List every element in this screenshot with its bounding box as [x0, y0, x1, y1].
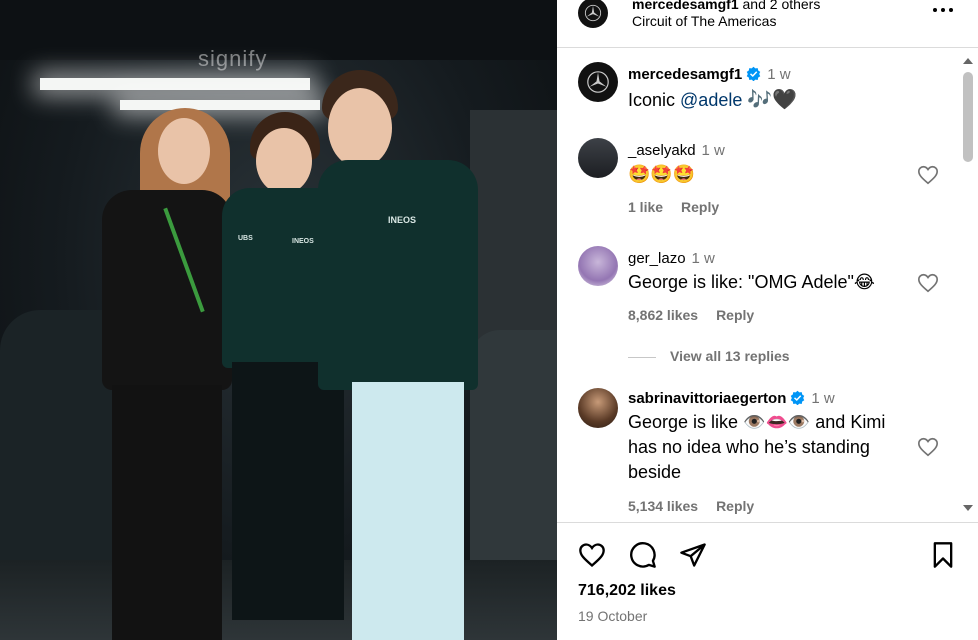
caption-avatar[interactable] [578, 62, 618, 102]
post-actions: 716,202 likes 19 October [557, 522, 978, 640]
race-car-right [470, 330, 557, 590]
heart-icon[interactable] [917, 436, 939, 458]
post-likes-count[interactable]: 716,202 likes [578, 582, 676, 600]
mercedes-star-icon [584, 4, 602, 22]
caption-author: mercedesamgf1 1 w [628, 66, 791, 83]
post-photo[interactable]: signify UBS INEOS INEOS [0, 0, 557, 640]
caption-username[interactable]: mercedesamgf1 [628, 66, 742, 83]
scroll-up-arrow-icon[interactable] [963, 58, 973, 64]
signify-watermark: signify [198, 46, 268, 71]
heart-icon[interactable] [917, 272, 939, 294]
comment-author: _aselyakd 1 w [628, 142, 725, 159]
header-location[interactable]: Circuit of The Americas [632, 13, 776, 29]
header-author[interactable]: mercedesamgf1 and 2 others [632, 0, 820, 12]
mercedes-star-icon [587, 71, 609, 93]
comments-scroll-area[interactable]: mercedesamgf1 1 w Iconic @adele 🎶🖤 _asely… [557, 48, 978, 523]
verified-badge-icon [746, 66, 761, 81]
caption-prefix: Iconic [628, 90, 681, 110]
caption-emojis: 🎶🖤 [747, 89, 798, 111]
comment-likes[interactable]: 8,862 likes [628, 307, 698, 323]
reply-button[interactable]: Reply [716, 307, 754, 323]
comment-username[interactable]: ger_lazo [628, 250, 686, 267]
more-horizontal-icon[interactable] [931, 2, 955, 18]
comment-author: sabrinavittoriaegerton 1 w [628, 390, 835, 407]
comment-bubble-icon[interactable] [629, 541, 657, 569]
post-header: mercedesamgf1 and 2 others Circuit of Th… [557, 0, 978, 48]
comment-time: 1 w [691, 250, 715, 267]
comment-text: 🤩🤩🤩 [628, 164, 696, 184]
header-username[interactable]: mercedesamgf1 [632, 0, 739, 12]
heart-icon[interactable] [917, 164, 939, 186]
author-avatar[interactable] [578, 0, 608, 28]
commenter-avatar[interactable] [578, 246, 618, 286]
verified-badge-icon [791, 390, 805, 405]
comment-meta: 5,134 likes Reply [628, 498, 772, 514]
ceiling-light [40, 78, 310, 90]
reply-button[interactable]: Reply [681, 199, 719, 215]
replies-divider-line [628, 356, 656, 358]
comment-username[interactable]: _aselyakd [628, 142, 696, 159]
view-replies-label[interactable]: View all 13 replies [670, 348, 790, 364]
caption-time: 1 w [767, 66, 791, 83]
comment-text: George is like: "OMG Adele"😂 [628, 272, 875, 292]
save-bookmark-icon[interactable] [929, 541, 957, 569]
scroll-down-arrow-icon[interactable] [963, 505, 973, 511]
garage-ceiling [0, 0, 557, 60]
comment-meta: 8,862 likes Reply [628, 307, 772, 323]
scrollbar-thumb[interactable] [963, 72, 973, 162]
caption-mention-link[interactable]: @adele [680, 90, 742, 110]
comment-meta: 1 like Reply [628, 199, 737, 215]
post-sidebar: mercedesamgf1 and 2 others Circuit of Th… [557, 0, 978, 640]
like-heart-icon[interactable] [578, 541, 606, 569]
comment-likes[interactable]: 1 like [628, 199, 663, 215]
post-date[interactable]: 19 October [578, 608, 647, 624]
comment-time: 1 w [701, 142, 725, 159]
view-replies-button[interactable]: View all 13 replies [628, 348, 790, 364]
reply-button[interactable]: Reply [716, 498, 754, 514]
commenter-avatar[interactable] [578, 138, 618, 178]
comment-username[interactable]: sabrinavittoriaegerton [628, 390, 786, 407]
comments-scrollbar[interactable] [960, 58, 974, 520]
ceiling-light [120, 100, 320, 110]
comment-text: George is like 👁️👄👁️ and Kimi has no ide… [628, 412, 886, 482]
comment-likes[interactable]: 5,134 likes [628, 498, 698, 514]
share-paper-plane-icon[interactable] [679, 541, 707, 569]
commenter-avatar[interactable] [578, 388, 618, 428]
comment-author: ger_lazo 1 w [628, 250, 715, 267]
comment-time: 1 w [811, 390, 835, 407]
header-coauthors[interactable]: and 2 others [739, 0, 821, 12]
caption-text: Iconic @adele 🎶🖤 [628, 88, 918, 113]
